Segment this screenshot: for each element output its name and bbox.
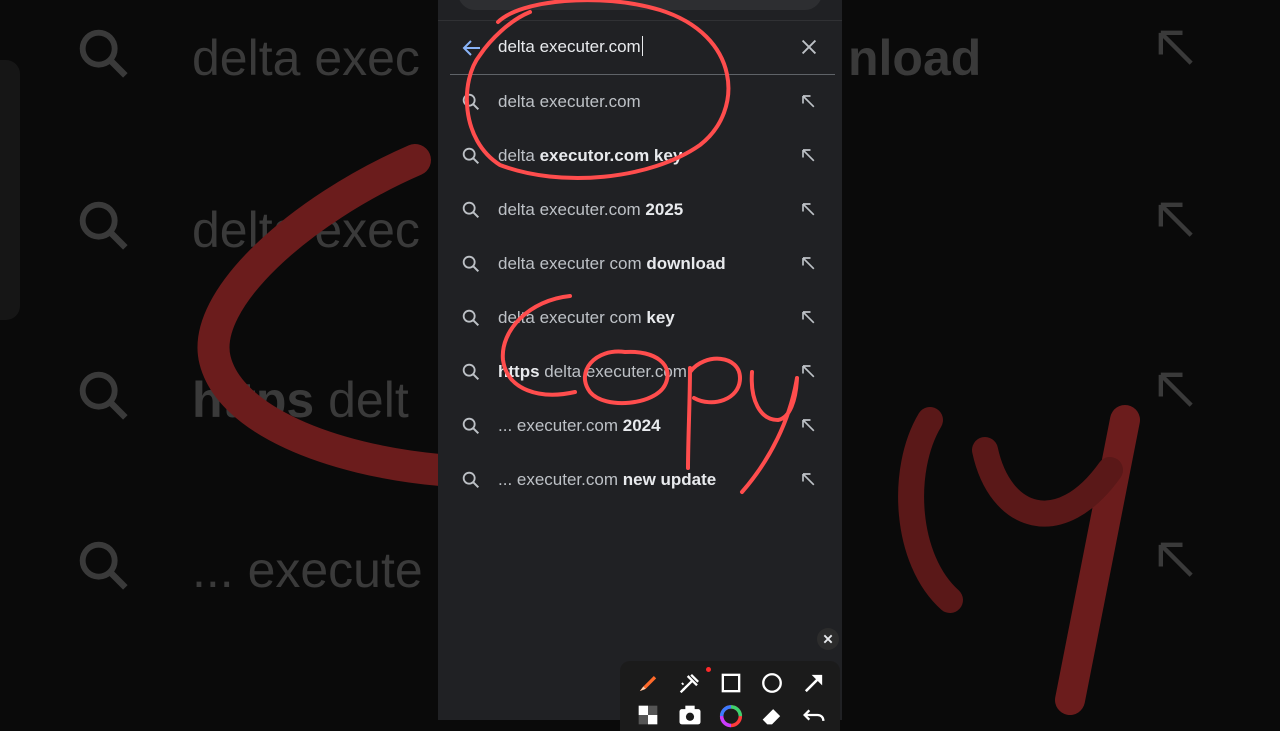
drawing-toolbar [620, 661, 840, 731]
search-icon [462, 363, 480, 381]
arrow-up-left-icon[interactable] [798, 91, 818, 111]
arrow-up-left-icon[interactable] [798, 199, 818, 219]
suggestion-item[interactable]: delta executer com download [438, 237, 842, 291]
search-icon [462, 255, 480, 273]
arrow-up-left-icon[interactable] [798, 415, 818, 435]
search-icon [462, 417, 480, 435]
eraser-icon[interactable] [758, 701, 786, 729]
suggestion-text-normal: delta [498, 146, 540, 165]
divider [438, 20, 842, 21]
suggestion-text-normal: ... executer.com [498, 416, 623, 435]
highlighter-icon[interactable] [676, 669, 704, 697]
arrow-up-left-icon[interactable] [798, 307, 818, 327]
suggestion-item[interactable]: delta executer com key [438, 291, 842, 345]
suggestion-text: delta executor.com key [498, 145, 682, 167]
suggestion-item[interactable]: delta executer.com 2025 [438, 183, 842, 237]
suggestion-text-bold: 2024 [622, 416, 661, 435]
phone-screen: delta executer.com delta executer.com de… [438, 0, 842, 720]
search-icon [462, 471, 480, 489]
arrow-up-left-icon[interactable] [798, 469, 818, 489]
suggestion-text-bold: 2025 [645, 200, 684, 219]
suggestion-text-bold: executor.com key [539, 146, 683, 165]
suggestion-text-bold: key [646, 308, 675, 327]
suggestion-text-normal: ... executer.com [498, 470, 623, 489]
suggestion-text: delta executer com key [498, 307, 675, 329]
search-icon [462, 93, 480, 111]
pen-icon[interactable] [634, 669, 662, 697]
suggestion-item[interactable]: delta executer.com [438, 75, 842, 129]
arrow-up-left-icon[interactable] [798, 145, 818, 165]
suggestion-text: delta executer com download [498, 253, 726, 275]
camera-icon[interactable] [676, 701, 704, 729]
suggestion-text-after: delta executer.com [539, 362, 687, 381]
suggestion-text: ... executer.com 2024 [498, 415, 661, 437]
suggestion-item[interactable]: https delta executer.com [438, 345, 842, 399]
color-wheel-icon[interactable] [717, 701, 745, 729]
search-icon [462, 309, 480, 327]
close-icon [823, 634, 833, 644]
suggestion-item[interactable]: delta executor.com key [438, 129, 842, 183]
undo-icon[interactable] [800, 701, 828, 729]
search-query-text: delta executer.com [498, 37, 641, 56]
arrow-up-left-icon[interactable] [798, 361, 818, 381]
search-input[interactable]: delta executer.com [498, 36, 643, 58]
circle-icon[interactable] [758, 669, 786, 697]
active-indicator [706, 667, 711, 672]
suggestion-text: ... executer.com new update [498, 469, 716, 491]
suggestion-item[interactable]: ... executer.com new update [438, 453, 842, 507]
suggestion-text-normal: delta executer com [498, 308, 647, 327]
suggestion-text: https delta executer.com [498, 361, 687, 383]
search-icon [462, 147, 480, 165]
suggestion-text-normal: delta executer.com [498, 92, 641, 111]
suggestion-text: delta executer.com 2025 [498, 199, 683, 221]
suggestion-text-normal: delta executer com [498, 254, 647, 273]
suggestion-item[interactable]: ... executer.com 2024 [438, 399, 842, 453]
close-icon[interactable] [798, 36, 820, 58]
suggestion-text-bold: download [646, 254, 726, 273]
search-icon [462, 201, 480, 219]
rectangle-icon[interactable] [717, 669, 745, 697]
suggestion-text-bold: new update [622, 470, 717, 489]
text-cursor [641, 36, 643, 56]
search-bar: delta executer.com [438, 22, 842, 74]
suggestion-text-bold: https [498, 362, 540, 381]
close-toolbar-button[interactable] [817, 628, 839, 650]
top-bar-pill [458, 0, 822, 10]
back-arrow-icon[interactable] [460, 36, 484, 60]
suggestion-text-normal: delta executer.com [498, 200, 646, 219]
mosaic-icon[interactable] [634, 701, 662, 729]
suggestion-text: delta executer.com [498, 91, 641, 113]
arrow-up-left-icon[interactable] [798, 253, 818, 273]
arrow-icon[interactable] [800, 669, 828, 697]
